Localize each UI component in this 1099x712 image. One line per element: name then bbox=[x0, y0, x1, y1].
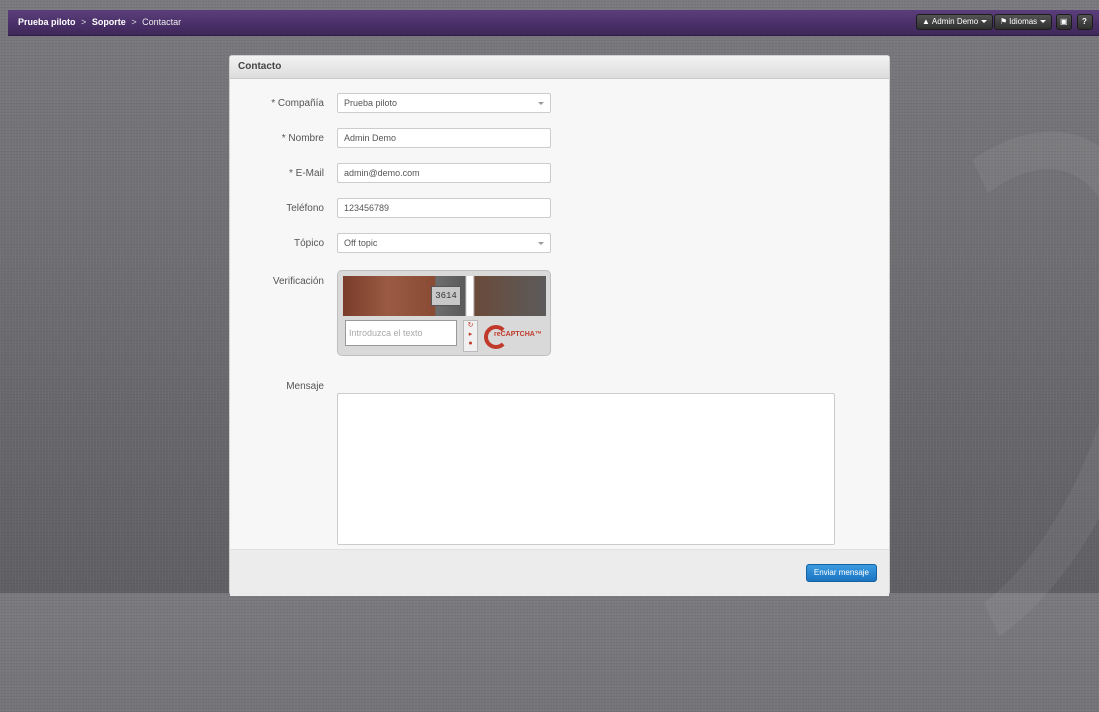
topic-select[interactable]: Off topic bbox=[337, 233, 551, 253]
email-value: admin@demo.com bbox=[344, 168, 420, 178]
captcha-image: 3614 bbox=[343, 276, 546, 316]
contact-panel: Contacto * Compañía Prueba piloto * Nomb… bbox=[229, 55, 890, 596]
phone-value: 123456789 bbox=[344, 203, 390, 213]
breadcrumb-separator: > bbox=[81, 17, 87, 27]
name-label: * Nombre bbox=[281, 133, 324, 144]
help-icon[interactable]: ● bbox=[464, 339, 477, 348]
message-label: Mensaje bbox=[286, 381, 324, 392]
topic-value: Off topic bbox=[344, 238, 378, 248]
refresh-icon[interactable]: ↻ bbox=[464, 321, 477, 330]
breadcrumb-separator: > bbox=[131, 17, 137, 27]
chevron-down-icon bbox=[538, 102, 544, 105]
name-field[interactable]: Admin Demo bbox=[337, 128, 551, 148]
captcha-widget: 3614 Introduzca el texto ↻ ▸ ● reCAPTCHA… bbox=[337, 270, 551, 356]
panel-title: Contacto bbox=[230, 56, 889, 79]
chevron-down-icon bbox=[981, 20, 988, 24]
topic-label: Tópico bbox=[293, 238, 324, 249]
flag-icon: ⚑ bbox=[1000, 17, 1008, 26]
help-icon: ? bbox=[1082, 17, 1087, 26]
user-label: Admin Demo bbox=[931, 17, 979, 26]
help-button[interactable]: ? bbox=[1077, 14, 1093, 30]
languages-label: Idiomas bbox=[1009, 17, 1038, 26]
captcha-number: 3614 bbox=[431, 286, 461, 306]
company-value: Prueba piloto bbox=[344, 98, 398, 108]
user-icon: ▲ bbox=[922, 17, 930, 26]
send-message-button[interactable]: Enviar mensaje bbox=[805, 564, 877, 582]
verification-label: Verificación bbox=[272, 276, 324, 287]
top-bar: Prueba piloto > Soporte > Contactar ▲ Adm… bbox=[8, 10, 1099, 36]
phone-field[interactable]: 123456789 bbox=[337, 198, 551, 218]
company-label: * Compañía bbox=[271, 98, 324, 109]
email-label: * E-Mail bbox=[288, 168, 324, 179]
name-value: Admin Demo bbox=[344, 133, 397, 143]
breadcrumb-item-2[interactable]: Soporte bbox=[92, 17, 126, 27]
breadcrumb-item-3: Contactar bbox=[142, 17, 182, 27]
contact-form: * Compañía Prueba piloto * Nombre Admin … bbox=[230, 79, 889, 549]
message-textarea[interactable] bbox=[337, 393, 835, 545]
breadcrumb: Prueba piloto > Soporte > Contactar bbox=[18, 17, 181, 27]
captcha-tools: ↻ ▸ ● bbox=[463, 320, 478, 352]
captcha-input[interactable]: Introduzca el texto bbox=[345, 320, 457, 346]
company-select[interactable]: Prueba piloto bbox=[337, 93, 551, 113]
chevron-down-icon bbox=[538, 242, 544, 245]
phone-label: Teléfono bbox=[286, 203, 324, 214]
user-menu-button[interactable]: ▲ Admin Demo bbox=[916, 14, 994, 30]
window-icon: ▣ bbox=[1060, 17, 1068, 26]
email-field[interactable]: admin@demo.com bbox=[337, 163, 551, 183]
recaptcha-logo: reCAPTCHA™ bbox=[480, 320, 546, 350]
languages-menu-button[interactable]: ⚑ Idiomas bbox=[994, 14, 1053, 30]
panel-footer: Enviar mensaje bbox=[230, 549, 889, 596]
breadcrumb-item-1[interactable]: Prueba piloto bbox=[18, 17, 76, 27]
recaptcha-text: reCAPTCHA™ bbox=[494, 331, 542, 338]
window-button[interactable]: ▣ bbox=[1056, 14, 1072, 30]
chevron-down-icon bbox=[1040, 20, 1047, 24]
audio-icon[interactable]: ▸ bbox=[464, 330, 477, 339]
